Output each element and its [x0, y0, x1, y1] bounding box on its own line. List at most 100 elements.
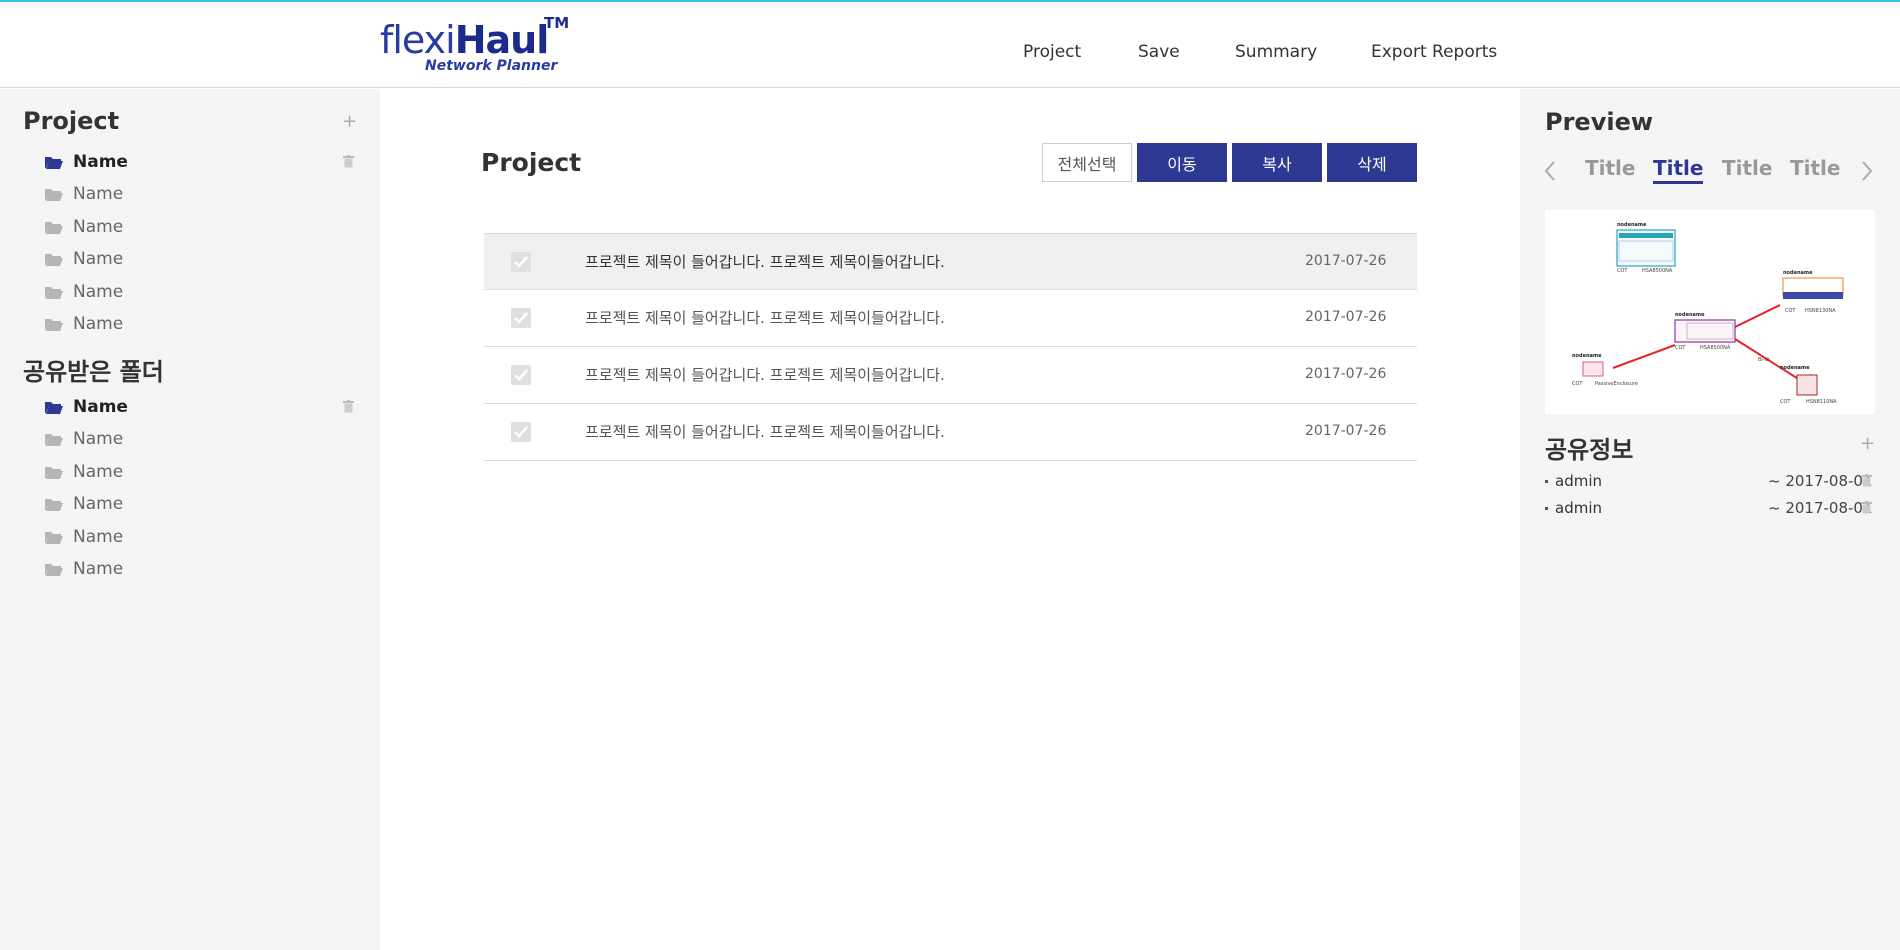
share-user: admin — [1555, 499, 1602, 517]
project-folder-item[interactable]: Name — [45, 151, 128, 173]
folder-open-icon — [45, 157, 63, 169]
folder-open-icon — [45, 222, 63, 234]
folder-open-icon — [45, 434, 63, 446]
sidebar-project-title: Project — [23, 107, 120, 135]
row-title[interactable]: 프로젝트 제목이 들어갑니다. 프로젝트 제목이들어갑니다. — [585, 421, 945, 442]
shared-folder-item[interactable]: Name — [45, 526, 123, 548]
check-icon — [514, 369, 528, 381]
node-caption: HSA8500NA — [1642, 268, 1673, 274]
select-all-button[interactable]: 전체선택 — [1042, 143, 1132, 182]
share-user: admin — [1555, 472, 1602, 490]
trash-icon[interactable] — [343, 400, 354, 413]
folder-label: Name — [73, 217, 124, 237]
folder-label: Name — [73, 184, 124, 204]
nav-project[interactable]: Project — [1023, 42, 1081, 66]
logo-trademark: TM — [544, 14, 570, 32]
folder-open-icon — [45, 319, 63, 331]
trash-icon[interactable] — [1861, 501, 1872, 514]
row-title[interactable]: 프로젝트 제목이 들어갑니다. 프로젝트 제목이들어갑니다. — [585, 364, 945, 385]
row-checkbox[interactable] — [511, 308, 531, 328]
node-caption: COT — [1617, 268, 1628, 274]
node-caption: HSN8110NA — [1806, 399, 1837, 405]
row-checkbox[interactable] — [511, 252, 531, 272]
folder-label: Name — [73, 152, 128, 172]
node-caption: HSA8500NA — [1700, 345, 1731, 351]
folder-open-icon — [45, 287, 63, 299]
row-date: 2017-07-26 — [1305, 366, 1387, 382]
network-link — [1734, 304, 1781, 328]
row-checkbox[interactable] — [511, 422, 531, 442]
row-checkbox[interactable] — [511, 365, 531, 385]
nav-export-reports[interactable]: Export Reports — [1371, 42, 1497, 66]
row-title[interactable]: 프로젝트 제목이 들어갑니다. 프로젝트 제목이들어갑니다. — [585, 307, 945, 328]
preview-tab[interactable]: Title — [1722, 156, 1772, 180]
add-share-icon[interactable]: + — [1860, 433, 1875, 454]
folder-open-icon — [45, 532, 63, 544]
row-date: 2017-07-26 — [1305, 309, 1387, 325]
project-folder-item[interactable]: Name — [45, 313, 123, 335]
node-caption: COT — [1675, 345, 1686, 351]
folder-label: Name — [73, 494, 124, 514]
shared-folder-item[interactable]: Name — [45, 558, 123, 580]
move-button[interactable]: 이동 — [1137, 143, 1227, 182]
folder-label: Name — [73, 527, 124, 547]
preview-tab[interactable]: Title — [1790, 156, 1840, 180]
trash-icon[interactable] — [1861, 474, 1872, 487]
table-row[interactable]: 프로젝트 제목이 들어갑니다. 프로젝트 제목이들어갑니다. 2017-07-2… — [484, 233, 1417, 290]
table-row[interactable]: 프로젝트 제목이 들어갑니다. 프로젝트 제목이들어갑니다. 2017-07-2… — [484, 290, 1417, 347]
table-row[interactable]: 프로젝트 제목이 들어갑니다. 프로젝트 제목이들어갑니다. 2017-07-2… — [484, 347, 1417, 404]
folder-open-icon — [45, 499, 63, 511]
node-device — [1796, 374, 1818, 396]
share-entry: admin ~ 2017-08-01 — [1545, 472, 1875, 494]
bullet-icon — [1545, 480, 1548, 483]
delete-button[interactable]: 삭제 — [1327, 143, 1417, 182]
header: flexiHaul TM Network Planner Project Sav… — [0, 2, 1900, 88]
trash-icon[interactable] — [343, 155, 354, 168]
bullet-icon — [1545, 507, 1548, 510]
network-link — [1612, 344, 1676, 369]
project-folder-item[interactable]: Name — [45, 281, 123, 303]
link-label: Bi-di — [1758, 357, 1769, 363]
node-device — [1582, 361, 1604, 377]
check-icon — [514, 426, 528, 438]
node-caption: PassiveEnclosure — [1595, 381, 1638, 387]
shared-folder-item[interactable]: Name — [45, 428, 123, 450]
nav-summary[interactable]: Summary — [1235, 42, 1317, 66]
chevron-right-icon[interactable] — [1860, 160, 1874, 182]
node-label: nodename — [1783, 270, 1813, 276]
chevron-left-icon[interactable] — [1543, 160, 1557, 182]
node-label: nodename — [1617, 222, 1647, 228]
preview-title: Preview — [1545, 108, 1654, 136]
share-until: ~ 2017-08-01 — [1768, 499, 1873, 517]
check-icon — [514, 256, 528, 268]
logo-flexi: flexi — [380, 18, 456, 62]
row-title[interactable]: 프로젝트 제목이 들어갑니다. 프로젝트 제목이들어갑니다. — [585, 251, 945, 272]
share-entry: admin ~ 2017-08-01 — [1545, 499, 1875, 521]
folder-label: Name — [73, 397, 128, 417]
shared-folder-item[interactable]: Name — [45, 396, 128, 418]
network-diagram: nodename COT HSA8500NA nodename COT HSN8… — [1572, 222, 1844, 405]
copy-button[interactable]: 복사 — [1232, 143, 1322, 182]
folder-open-icon — [45, 254, 63, 266]
preview-tab-active[interactable]: Title — [1653, 156, 1704, 184]
folder-label: Name — [73, 429, 124, 449]
add-project-icon[interactable]: + — [342, 111, 357, 132]
flexihaul-logo[interactable]: flexiHaul TM Network Planner — [380, 14, 580, 76]
device-panel — [1783, 292, 1843, 299]
share-until: ~ 2017-08-01 — [1768, 472, 1873, 490]
table-row[interactable]: 프로젝트 제목이 들어갑니다. 프로젝트 제목이들어갑니다. 2017-07-2… — [484, 404, 1417, 461]
shared-folder-item[interactable]: Name — [45, 461, 123, 483]
folder-open-icon — [45, 402, 63, 414]
network-preview[interactable]: nodename COT HSA8500NA nodename COT HSN8… — [1545, 210, 1875, 414]
project-folder-item[interactable]: Name — [45, 183, 123, 205]
project-folder-item[interactable]: Name — [45, 216, 123, 238]
logo-wordmark: flexiHaul — [380, 18, 549, 62]
row-date: 2017-07-26 — [1305, 253, 1387, 269]
check-icon — [514, 312, 528, 324]
preview-tab[interactable]: Title — [1585, 156, 1635, 180]
nav-save[interactable]: Save — [1138, 42, 1180, 66]
shared-folder-item[interactable]: Name — [45, 493, 123, 515]
row-date: 2017-07-26 — [1305, 423, 1387, 439]
node-caption: COT — [1785, 308, 1796, 314]
project-folder-item[interactable]: Name — [45, 248, 123, 270]
